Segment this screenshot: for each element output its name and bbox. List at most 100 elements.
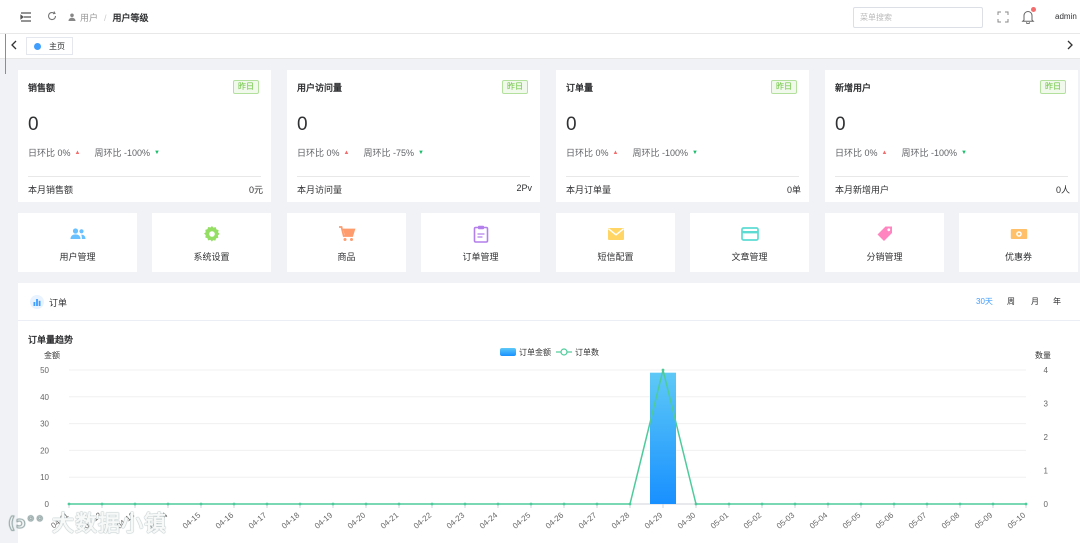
sidebar-accent — [5, 34, 6, 74]
line-point — [727, 502, 731, 506]
stat-card-footer-value: 0元 — [248, 185, 263, 195]
stat-card-tag: 昨日 — [1040, 80, 1066, 94]
quick-nav-label: 系统设置 — [193, 252, 230, 262]
line-point — [991, 502, 995, 506]
trend-down-icon: ▼ — [154, 149, 160, 156]
x-tick-label: 04-24 — [478, 510, 500, 530]
line-point — [529, 502, 533, 506]
series-line — [69, 369, 1026, 505]
stat-card-value: 0 — [297, 114, 308, 135]
tab-home[interactable]: 主页 — [26, 37, 73, 55]
watermark: (ɔ°° 大数据小镇 — [8, 506, 167, 538]
fullscreen-icon[interactable] — [997, 11, 1009, 23]
day-compare-value: 0% — [864, 147, 878, 158]
legend-bar-swatch — [500, 348, 516, 356]
bar — [650, 372, 676, 504]
stat-card-compare: 日环比 0% ▲ 周环比 -75% ▼ — [297, 146, 424, 159]
stat-card-footer-label: 本月销售额 — [28, 185, 74, 195]
x-tick-label: 04-29 — [643, 510, 665, 530]
legend-line-label: 订单数 — [575, 347, 599, 357]
refresh-icon[interactable] — [46, 10, 58, 22]
x-tick-label: 05-08 — [940, 510, 962, 530]
stat-card-divider — [297, 176, 530, 177]
day-compare-label: 日环比 — [297, 148, 325, 158]
quick-nav-label: 文章管理 — [731, 252, 768, 262]
stat-card-footer-label: 本月订单量 — [566, 185, 612, 195]
quick-nav-orders[interactable]: 订单管理 — [421, 213, 540, 272]
users-icon — [70, 228, 85, 239]
period-month[interactable]: 月 — [1031, 296, 1039, 307]
line-point — [133, 502, 137, 506]
quick-nav-coupons[interactable]: 优惠券 — [959, 213, 1078, 272]
breadcrumb-current: 用户等级 — [112, 13, 149, 23]
y-tick-label: 30 — [40, 420, 49, 429]
day-compare-label: 日环比 — [566, 148, 594, 158]
x-tick-label: 04-30 — [676, 510, 698, 530]
stat-card-footer-value: 0单 — [786, 185, 801, 195]
x-tick-label: 04-27 — [577, 510, 599, 530]
x-tick-label: 05-10 — [1006, 510, 1028, 530]
x-tick-label: 05-04 — [808, 510, 830, 530]
y-right-tick-label: 0 — [1044, 500, 1049, 509]
legend-line-marker — [560, 348, 568, 356]
period-week[interactable]: 周 — [1007, 296, 1015, 307]
breadcrumb-parent[interactable]: 用户 — [80, 11, 98, 24]
order-panel-header: 订单 30天 周 月 年 — [18, 283, 1080, 321]
stat-card-tag: 昨日 — [233, 80, 259, 94]
stat-card-footer-value: 2Pv — [516, 183, 532, 193]
notification-bell-icon[interactable] — [1021, 7, 1036, 24]
x-tick-label: 04-16 — [214, 510, 236, 530]
watermark-logo-icon: (ɔ°° — [8, 513, 45, 533]
week-compare-label: 周环比 — [94, 148, 122, 158]
y-right-tick-label: 2 — [1044, 433, 1049, 442]
quick-nav-system-settings[interactable]: 系统设置 — [152, 213, 271, 272]
user-menu[interactable]: admin — [1055, 12, 1077, 21]
tabs-scroll-right-icon[interactable] — [1066, 40, 1074, 53]
trend-up-icon: ▲ — [74, 149, 81, 156]
y-right-tick-label: 1 — [1044, 467, 1049, 476]
x-tick-label: 05-09 — [973, 510, 995, 530]
order-trend-chart: 0102030405001234金额 数量订单金额 订单数04-11 04-12 04-… — [40, 347, 1051, 531]
stat-card-divider — [835, 176, 1068, 177]
line-point — [166, 502, 170, 506]
tabs-scroll-left-icon[interactable] — [10, 40, 18, 53]
x-tick-label: 04-20 — [346, 510, 368, 530]
stat-card-value: 0 — [566, 114, 577, 135]
trend-down-icon: ▼ — [692, 149, 698, 156]
line-point — [265, 502, 269, 506]
line-point — [925, 502, 929, 506]
clipboard-icon — [473, 225, 488, 243]
card-icon — [740, 227, 759, 241]
period-30-days[interactable]: 30天 — [976, 296, 993, 307]
period-year[interactable]: 年 — [1053, 296, 1061, 307]
line-point — [397, 502, 401, 506]
menu-search-input[interactable] — [853, 7, 983, 28]
menu-fold-icon[interactable] — [20, 11, 32, 23]
breadcrumb: 用户 / 用户等级 — [68, 11, 149, 24]
quick-nav-sms-config[interactable]: 短信配置 — [556, 213, 675, 272]
quick-nav-articles[interactable]: 文章管理 — [690, 213, 809, 272]
line-point — [958, 502, 962, 506]
quick-nav-products[interactable]: 商品 — [287, 213, 406, 272]
line-point — [1024, 502, 1028, 506]
line-point — [331, 502, 335, 506]
quick-nav-distribution[interactable]: 分销管理 — [825, 213, 944, 272]
x-tick-label: 04-28 — [610, 510, 632, 530]
user-icon — [68, 13, 76, 23]
x-tick-label: 04-19 — [313, 510, 335, 530]
svg-text:(ɔ°°: (ɔ°° — [8, 513, 45, 532]
line-point — [694, 502, 698, 506]
money-icon — [1010, 229, 1027, 239]
line-point — [562, 502, 566, 506]
line-point — [859, 502, 863, 506]
day-compare-label: 日环比 — [28, 148, 56, 158]
x-tick-label: 04-18 — [280, 510, 302, 530]
x-tick-label: 05-03 — [775, 510, 797, 530]
stat-card-divider — [28, 176, 261, 177]
tag-icon — [877, 226, 892, 241]
quick-nav-label: 订单管理 — [462, 252, 499, 262]
line-point — [892, 502, 896, 506]
stat-card-title: 新增用户 — [835, 83, 872, 93]
stat-card-orders: 订单量 昨日 0 日环比 0% ▲ 周环比 -100% ▼ 本月订单量 0单 — [556, 70, 809, 202]
quick-nav-users[interactable]: 用户管理 — [18, 213, 137, 272]
